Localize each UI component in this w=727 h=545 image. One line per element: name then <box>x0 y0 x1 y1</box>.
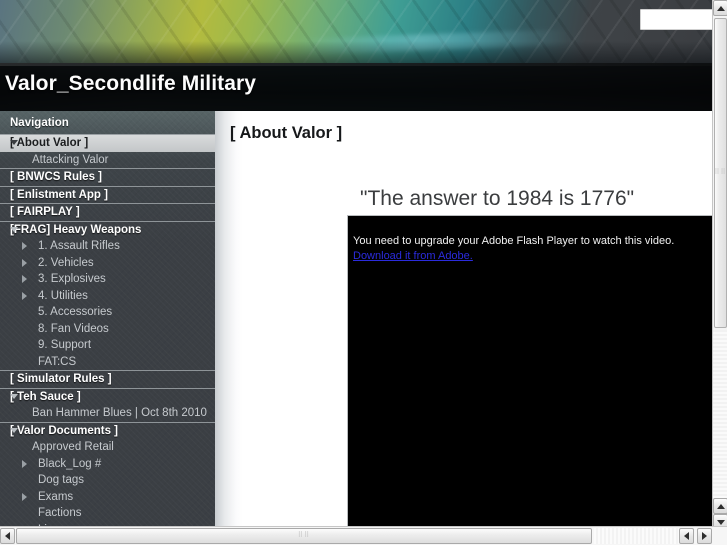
sidebar-item-label: [FRAG] Heavy Weapons <box>10 223 142 236</box>
sidebar-item[interactable]: 9. Support <box>0 337 215 354</box>
triangle-right-icon[interactable] <box>22 242 27 250</box>
vertical-scrollbar[interactable]: ⠿⠿ <box>712 0 727 530</box>
arrow-right-icon <box>702 532 707 540</box>
sidebar-item[interactable]: 4. Utilities <box>0 288 215 305</box>
sidebar-item-label: [ BNWCS Rules ] <box>10 171 102 183</box>
video-player-placeholder[interactable]: You need to upgrade your Adobe Flash Pla… <box>347 215 712 526</box>
scroll-left-button[interactable] <box>0 528 15 544</box>
sidebar-item-label: 2. Vehicles <box>38 256 94 269</box>
navigation-heading: Navigation <box>10 117 69 129</box>
arrow-up-icon <box>716 5 725 11</box>
sidebar-item-label: 3. Explosives <box>38 273 106 285</box>
triangle-down-icon[interactable] <box>10 140 18 145</box>
scroll-up-button[interactable] <box>713 0 727 16</box>
sidebar-item[interactable]: 5. Accessories <box>0 304 215 321</box>
scrollbar-grip-icon: ⠿⠿ <box>714 169 727 176</box>
flash-upgrade-message: You need to upgrade your Adobe Flash Pla… <box>353 235 675 247</box>
sidebar-item[interactable]: [ BNWCS Rules ] <box>0 168 215 186</box>
sidebar-item-label: Dog tags <box>38 474 85 486</box>
sidebar-item-label: Ban Hammer Blues | Oct 8th 2010 <box>32 407 207 419</box>
vertical-scrollbar-track[interactable] <box>713 330 727 498</box>
vertical-scrollbar-thumb[interactable]: ⠿⠿ <box>714 18 727 328</box>
sidebar-item-label: Attacking Valor <box>32 153 109 166</box>
site-banner <box>0 0 712 63</box>
sidebar-item[interactable]: [FRAG] Heavy Weapons <box>0 220 215 239</box>
triangle-right-icon[interactable] <box>22 258 27 267</box>
sidebar-item[interactable]: [ Teh Sauce ] <box>0 387 215 406</box>
triangle-right-icon[interactable] <box>22 291 27 300</box>
sidebar-item[interactable]: Black_Log # <box>0 456 215 473</box>
sidebar-item[interactable]: [ FAIRPLAY ] <box>0 203 215 221</box>
arrow-left-icon-secondary <box>684 532 689 540</box>
sidebar-item[interactable]: [ Simulator Rules ] <box>0 370 215 388</box>
site-titlebar: Valor_Secondlife Military <box>0 63 712 111</box>
sidebar-item[interactable]: Factions <box>0 505 215 522</box>
hscrollbar-grip-icon: ⠿⠿ <box>297 532 311 539</box>
sidebar-item[interactable]: [ About Valor ] <box>0 134 215 152</box>
sidebar-item[interactable]: 3. Explosives <box>0 271 215 288</box>
sidebar-item-label: FAT:CS <box>38 355 77 368</box>
triangle-down-icon[interactable] <box>10 427 18 433</box>
triangle-right-icon[interactable] <box>22 275 27 283</box>
sidebar-item[interactable]: Dog tags <box>0 472 215 489</box>
scroll-down-button-a[interactable] <box>713 498 727 514</box>
sidebar-item-label: [ About Valor ] <box>10 137 89 149</box>
navigation-sidebar: Navigation [ About Valor ] Attacking Valo… <box>0 111 215 526</box>
page-title: [ About Valor ] <box>230 124 343 142</box>
sidebar-item-label: Exams <box>38 490 74 503</box>
triangle-down-icon[interactable] <box>10 226 18 232</box>
arrow-down-icon <box>716 519 725 525</box>
scroll-right-button[interactable] <box>697 528 712 544</box>
horizontal-scrollbar-thumb[interactable]: ⠿⠿ <box>16 528 592 544</box>
sidebar-item[interactable]: Approved Retail <box>0 439 215 456</box>
sidebar-item[interactable]: Attacking Valor <box>0 152 215 169</box>
sidebar-item[interactable]: Ban Hammer Blues | Oct 8th 2010 <box>0 405 215 422</box>
triangle-right-icon[interactable] <box>22 459 27 468</box>
sidebar-item-label: 8. Fan Videos <box>38 322 109 335</box>
sidebar-item-label: [ Enlistment App ] <box>10 188 108 201</box>
sidebar-item-label: [ Simulator Rules ] <box>10 373 112 385</box>
scroll-right-button-a[interactable] <box>679 528 694 544</box>
arrow-up-icon-secondary <box>716 503 725 509</box>
sidebar-item[interactable]: Exams <box>0 489 215 506</box>
sidebar-item-label: [ Valor Documents ] <box>10 424 118 437</box>
banner-bottom-shade <box>0 41 712 63</box>
page-quote: "The answer to 1984 is 1776" <box>360 187 635 210</box>
sidebar-item[interactable]: FAT:CS <box>0 354 215 371</box>
main-content: [ About Valor ] "The answer to 1984 is 1… <box>215 111 712 526</box>
sidebar-item-label: 5. Accessories <box>38 306 113 318</box>
triangle-right-icon[interactable] <box>22 492 27 501</box>
sidebar-item[interactable]: 2. Vehicles <box>0 255 215 272</box>
sidebar-item-label: 1. Assault Rifles <box>38 240 120 252</box>
sidebar-item[interactable]: [ Valor Documents ] <box>0 421 215 440</box>
arrow-left-icon <box>5 532 10 540</box>
sidebar-item-label: Factions <box>38 507 82 519</box>
sidebar-item-label: [ FAIRPLAY ] <box>10 206 80 218</box>
sidebar-item-label: Black_Log # <box>38 457 102 470</box>
horizontal-scrollbar[interactable]: ⠿⠿ <box>0 526 727 545</box>
sidebar-item-label: 9. Support <box>38 339 92 351</box>
navigation-list: [ About Valor ] Attacking Valor [ BNWCS Ru… <box>0 134 215 526</box>
site-title: Valor_Secondlife Military <box>5 72 257 95</box>
sidebar-item-label: Approved Retail <box>32 441 114 453</box>
sidebar-item-label: [ Teh Sauce ] <box>10 390 81 403</box>
search-input[interactable] <box>640 9 713 30</box>
sidebar-item[interactable]: 8. Fan Videos <box>0 321 215 338</box>
sidebar-item-label: 4. Utilities <box>38 289 88 302</box>
sidebar-item[interactable]: [ Enlistment App ] <box>0 185 215 204</box>
sidebar-item[interactable]: 1. Assault Rifles <box>0 238 215 255</box>
content-left-gradient <box>215 111 243 526</box>
browser-viewport: Valor_Secondlife Military Navigation [ A… <box>0 0 727 545</box>
triangle-down-icon[interactable] <box>10 393 18 399</box>
download-flash-link[interactable]: Download it from Adobe. <box>353 250 473 262</box>
